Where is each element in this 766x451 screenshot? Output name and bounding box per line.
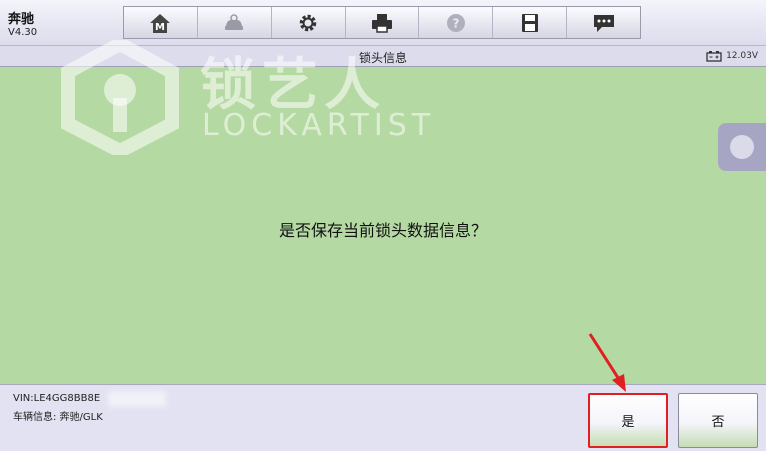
header-bar: 奔驰 V4.30 M ?: [0, 0, 766, 45]
printer-icon: [372, 13, 392, 33]
chat-icon: [593, 14, 614, 32]
main-panel: 是否保存当前锁头数据信息？: [0, 67, 766, 384]
yes-button[interactable]: 是: [588, 393, 668, 448]
page-title: 锁头信息: [358, 51, 407, 65]
save-icon: [521, 13, 538, 32]
help-button[interactable]: ?: [419, 7, 494, 38]
app-version: V4.30: [8, 27, 38, 38]
home-button[interactable]: M: [124, 7, 198, 38]
battery-status: 12.03V: [706, 50, 758, 62]
title-bar: 锁头信息 12.03V: [0, 45, 766, 67]
handle-dot-icon: [730, 135, 754, 159]
toolbar: M ?: [123, 6, 641, 39]
confirm-prompt: 是否保存当前锁头数据信息？: [278, 221, 487, 240]
gear-icon: [299, 14, 317, 31]
help-icon: ?: [446, 13, 465, 32]
vin-label: VIN:LE4GG8BB8E: [13, 393, 101, 404]
svg-text:?: ?: [452, 16, 459, 30]
vin-redaction: [108, 391, 166, 407]
home-m-icon: M: [150, 13, 171, 33]
app-title: 奔驰: [8, 12, 35, 27]
voltage-readout: 12.03V: [726, 51, 758, 61]
settings-button[interactable]: [272, 7, 346, 38]
footer-bar: VIN:LE4GG8BB8E 车辆信息: 奔驰/GLK 是 否: [0, 384, 766, 451]
annotation-arrow-icon: [588, 333, 626, 392]
message-button[interactable]: [567, 7, 640, 38]
print-button[interactable]: [346, 7, 420, 38]
vehicle-info: 车辆信息: 奔驰/GLK: [13, 412, 103, 423]
side-float-handle[interactable]: [718, 123, 766, 171]
battery-icon: [706, 51, 722, 62]
no-button[interactable]: 否: [678, 393, 758, 448]
car-diagnosis-icon: [225, 13, 244, 30]
diagnosis-button[interactable]: [198, 7, 272, 38]
svg-text:M: M: [155, 22, 165, 33]
save-button[interactable]: [493, 7, 568, 38]
